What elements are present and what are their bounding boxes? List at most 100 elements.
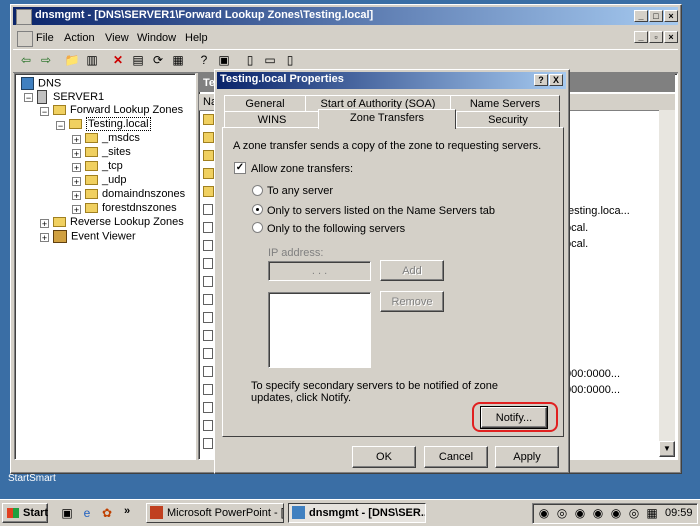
tree-event-viewer[interactable]: Event Viewer (53, 230, 136, 243)
scroll-down-arrow[interactable]: ▼ (659, 441, 675, 457)
menu-help[interactable]: Help (185, 32, 208, 44)
tab-zone-transfers[interactable]: Zone Transfers (318, 109, 456, 129)
allow-transfers-checkbox[interactable]: ✓ (234, 162, 246, 174)
ok-button[interactable]: OK (352, 446, 416, 468)
new-record-icon[interactable]: ▯ (241, 51, 259, 69)
tray-app-icon[interactable]: ◉ (607, 504, 625, 522)
clock[interactable]: 09:59 (665, 507, 693, 519)
child-expand-icon[interactable]: + (72, 135, 81, 145)
taskbar: Start ▣ e ✿ » Microsoft PowerPoint - [..… (0, 499, 700, 526)
show-tree-icon[interactable]: ▥ (83, 51, 101, 69)
new-zone-icon[interactable]: ▭ (261, 51, 279, 69)
apply-button[interactable]: Apply (495, 446, 559, 468)
zone-transfer-intro: A zone transfer sends a copy of the zone… (233, 140, 542, 152)
tree-child[interactable]: _udp (85, 174, 126, 186)
tree-zone-testing[interactable]: Testing.local (69, 117, 151, 131)
menu-view[interactable]: View (105, 32, 129, 44)
list-folder-icon (203, 150, 214, 161)
zone-folder-icon (69, 119, 82, 130)
radio-any-server-label: To any server (267, 185, 334, 197)
radio-listed-servers[interactable] (252, 204, 263, 215)
list-record-icon (203, 276, 213, 287)
maximize-button[interactable]: □ (649, 10, 663, 22)
dialog-close-button[interactable]: X (549, 74, 563, 86)
child-expand-icon[interactable]: + (72, 191, 81, 201)
close-button[interactable]: × (664, 10, 678, 22)
view-icon[interactable]: ▣ (215, 51, 233, 69)
forward-arrow-icon[interactable]: ⇨ (37, 51, 55, 69)
tray-app-icon[interactable]: ◉ (589, 504, 607, 522)
delete-icon[interactable]: ✕ (109, 51, 127, 69)
zone-collapse-icon[interactable]: − (56, 121, 65, 131)
dialog-titlebar[interactable]: Testing.local Properties ? X (217, 72, 566, 89)
radio-following-servers[interactable] (252, 222, 263, 233)
tab-general[interactable]: General (224, 95, 306, 112)
folder-icon (85, 189, 98, 200)
back-arrow-icon[interactable]: ⇦ (17, 51, 35, 69)
list-record-icon (203, 222, 213, 233)
quicklaunch-app-icon[interactable]: ✿ (98, 504, 116, 522)
child-expand-icon[interactable]: + (72, 205, 81, 215)
child-expand-icon[interactable]: + (72, 177, 81, 187)
main-titlebar[interactable]: dnsmgmt - [DNS\SERVER1\Forward Lookup Zo… (13, 7, 678, 25)
refresh-icon[interactable]: ⟳ (149, 51, 167, 69)
events-expand-icon[interactable]: + (40, 233, 49, 243)
menu-window[interactable]: Window (137, 32, 176, 44)
task-powerpoint[interactable]: Microsoft PowerPoint - [... (146, 503, 284, 523)
tab-security[interactable]: Security (456, 111, 560, 128)
notify-button[interactable]: Notify... (480, 406, 548, 429)
quicklaunch-desktop-icon[interactable]: ▣ (58, 504, 76, 522)
export-icon[interactable]: ▦ (169, 51, 187, 69)
tray-app-icon[interactable]: ◉ (571, 504, 589, 522)
folder-icon (85, 175, 98, 186)
tree-child[interactable]: forestdnszones (85, 202, 177, 214)
server-collapse-icon[interactable]: − (24, 93, 33, 103)
quicklaunch-ie-icon[interactable]: e (78, 504, 96, 522)
reverse-expand-icon[interactable]: + (40, 219, 49, 229)
tree-reverse-zones[interactable]: Reverse Lookup Zones (53, 216, 184, 228)
dialog-help-button[interactable]: ? (534, 74, 548, 86)
tree-child[interactable]: _sites (85, 146, 131, 158)
list-record-icon (203, 204, 213, 215)
ip-address-input[interactable]: . . . (268, 261, 371, 281)
quicklaunch-chevron[interactable]: » (124, 505, 130, 517)
tab-wins[interactable]: WINS (224, 111, 320, 128)
properties-icon[interactable]: ▤ (129, 51, 147, 69)
child-restore-button[interactable]: ▫ (649, 31, 663, 43)
tree-child[interactable]: domaindnszones (85, 188, 185, 200)
child-close-button[interactable]: × (664, 31, 678, 43)
list-folder-icon (203, 132, 214, 143)
remove-button[interactable]: Remove (380, 291, 444, 312)
tray-app-icon[interactable]: ◎ (625, 504, 643, 522)
tray-network-icon[interactable]: ◉ (535, 504, 553, 522)
task-dnsmgmt[interactable]: dnsmgmt - [DNS\SER... (288, 503, 426, 523)
tray-volume-icon[interactable]: ◎ (553, 504, 571, 522)
menu-file[interactable]: File (36, 32, 54, 44)
add-button[interactable]: Add (380, 260, 444, 281)
mmc-icon (17, 31, 33, 47)
start-button[interactable]: Start (2, 503, 48, 523)
tab-name-servers[interactable]: Name Servers (450, 95, 560, 112)
menu-action[interactable]: Action (64, 32, 95, 44)
list-record-icon (203, 420, 213, 431)
tree-root[interactable]: DNS (21, 77, 61, 90)
child-expand-icon[interactable]: + (72, 149, 81, 159)
tree-child[interactable]: _msdcs (85, 132, 140, 144)
child-expand-icon[interactable]: + (72, 163, 81, 173)
minimize-button[interactable]: _ (634, 10, 648, 22)
vertical-scrollbar[interactable]: ▼ (659, 110, 675, 457)
cancel-button[interactable]: Cancel (424, 446, 488, 468)
help-icon[interactable]: ? (195, 51, 213, 69)
folder-icon (53, 105, 66, 116)
forward-collapse-icon[interactable]: − (40, 107, 49, 117)
dialog-title: Testing.local Properties (220, 73, 344, 85)
tree-child[interactable]: _tcp (85, 160, 123, 172)
tree-forward-zones[interactable]: Forward Lookup Zones (53, 104, 183, 116)
radio-any-server[interactable] (252, 185, 263, 196)
tray-app-icon[interactable]: ▦ (643, 504, 661, 522)
up-folder-icon[interactable]: 📁 (63, 51, 81, 69)
tree-server[interactable]: SERVER1 (37, 90, 104, 104)
new-alias-icon[interactable]: ▯ (281, 51, 299, 69)
child-minimize-button[interactable]: _ (634, 31, 648, 43)
ip-list-box[interactable] (268, 292, 371, 368)
